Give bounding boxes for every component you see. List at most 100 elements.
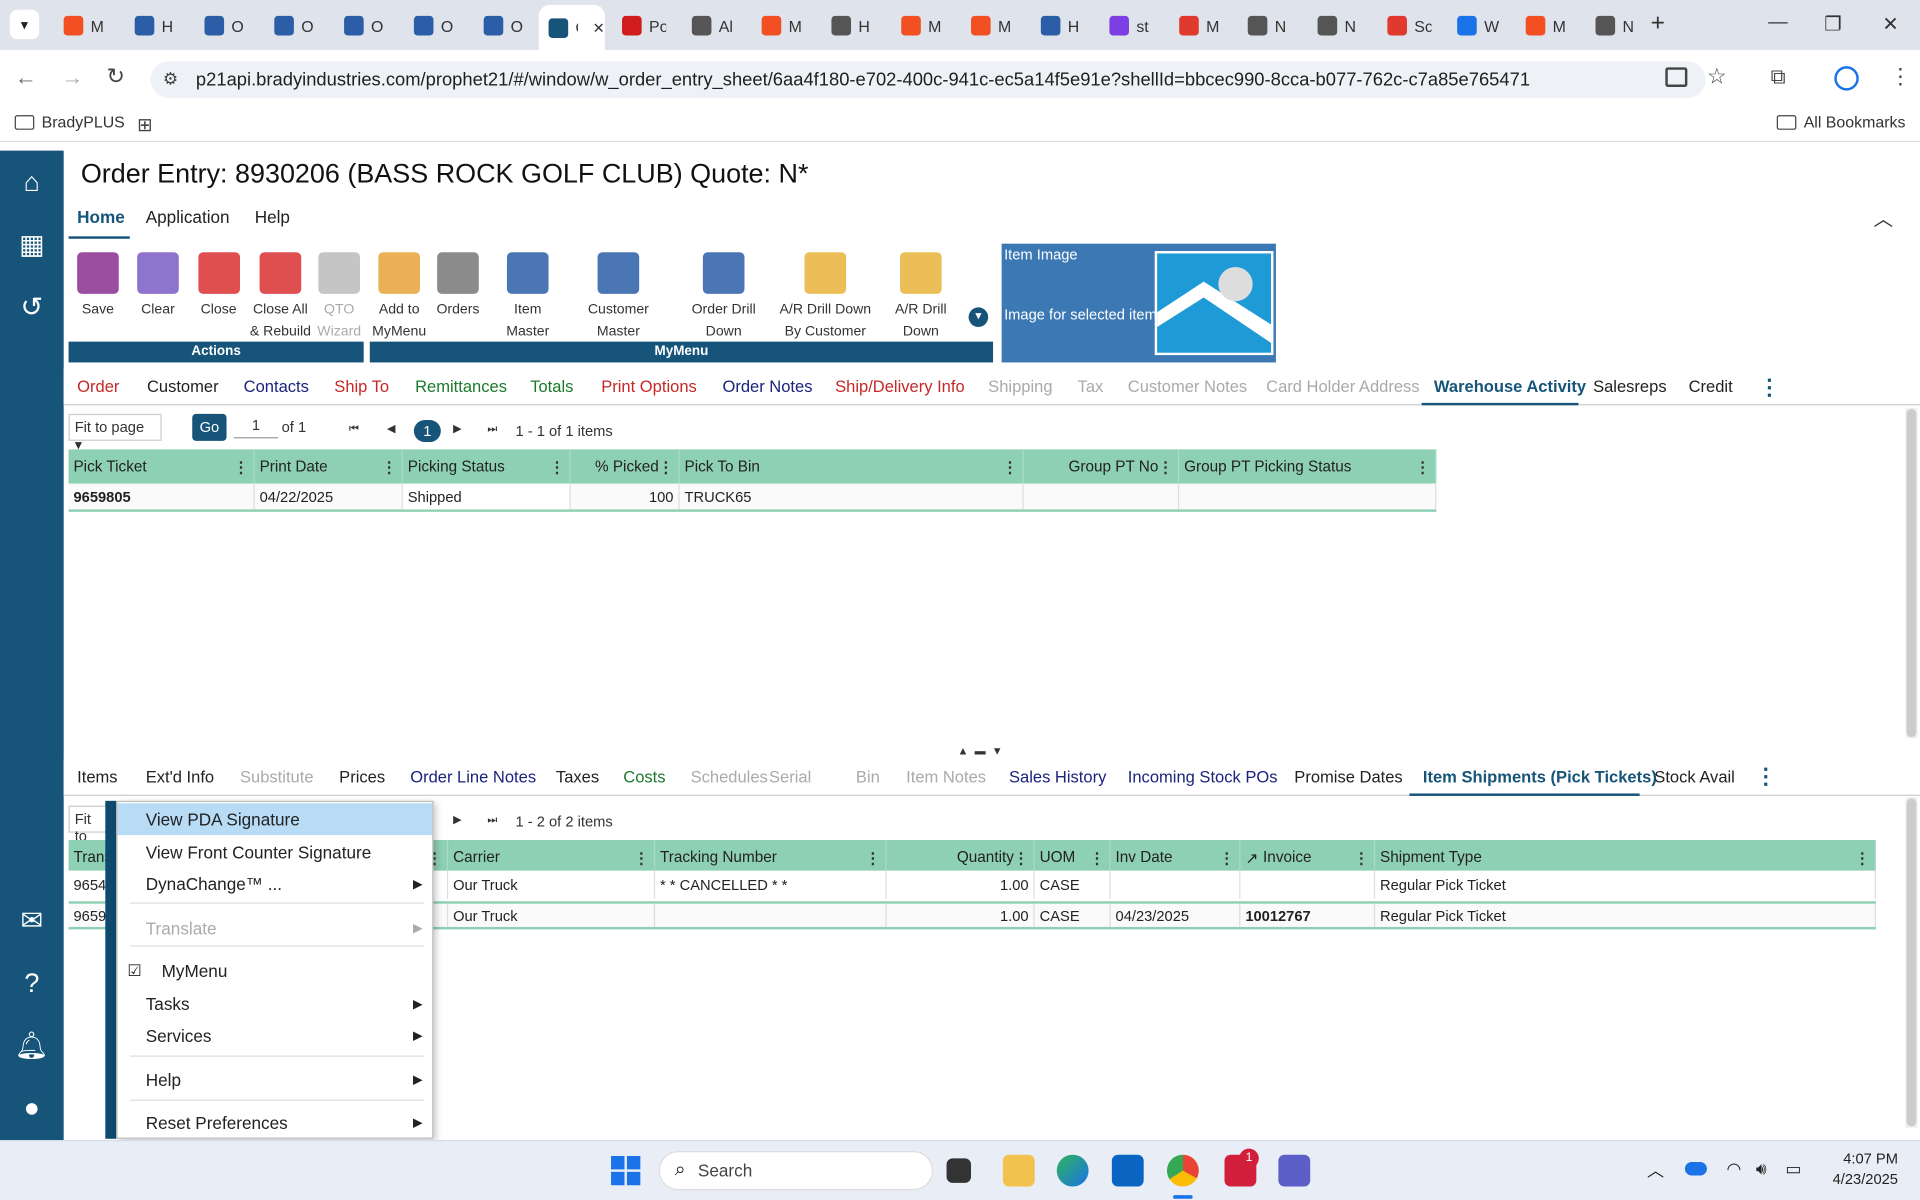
chrome-icon[interactable] xyxy=(1166,1154,1199,1187)
column-menu-icon[interactable]: ⋮ xyxy=(1855,848,1870,866)
collapse-ribbon-icon[interactable]: ︿ xyxy=(1873,202,1893,231)
volume-icon[interactable]: 🔊︎ xyxy=(1756,1158,1767,1179)
chrome-menu-icon[interactable]: ⋮ xyxy=(1889,64,1911,90)
browser-tab[interactable]: O xyxy=(474,9,540,43)
tab-upper[interactable]: Customer xyxy=(147,377,219,395)
close-window-button[interactable]: ✕ xyxy=(1878,12,1902,36)
tab-lower[interactable]: Prices xyxy=(339,768,385,786)
all-bookmarks[interactable]: All Bookmarks xyxy=(1776,113,1905,131)
tab-upper[interactable]: Card Holder Address xyxy=(1266,377,1419,395)
page-input[interactable]: 1 xyxy=(233,416,278,439)
tab-upper[interactable]: Salesreps xyxy=(1593,377,1667,395)
browser-tab[interactable]: M xyxy=(961,9,1027,43)
table-cell[interactable] xyxy=(655,903,887,927)
tab-lower[interactable]: Item Shipments (Pick Tickets) xyxy=(1423,768,1657,786)
star-icon[interactable]: ☆ xyxy=(1707,64,1727,90)
table-cell[interactable]: Our Truck xyxy=(448,870,656,899)
last-page-icon-lower[interactable]: ⏭ xyxy=(487,813,497,826)
column-menu-icon[interactable]: ⋮ xyxy=(381,457,396,476)
apps-grid-icon[interactable]: ⊞ xyxy=(137,114,152,136)
site-info-icon[interactable]: ⚙ xyxy=(163,69,178,90)
task-view-icon[interactable] xyxy=(946,1158,972,1183)
tab-lower[interactable]: Order Line Notes xyxy=(410,768,536,786)
ribbon-button[interactable]: Item MasterInquiry xyxy=(491,242,564,361)
tab-lower[interactable]: Promise Dates xyxy=(1294,768,1402,786)
context-menu-item[interactable]: Services ▶ xyxy=(118,1020,433,1052)
table-cell[interactable]: 04/23/2025 xyxy=(1111,903,1241,927)
browser-tab[interactable]: Al xyxy=(682,9,748,43)
tab-lower[interactable]: Costs xyxy=(623,768,665,786)
current-page-badge[interactable]: 1 xyxy=(413,420,441,443)
prev-page-icon[interactable]: ◀ xyxy=(387,422,395,435)
browser-tab[interactable]: Po xyxy=(612,9,678,43)
tab-lower[interactable]: Bin xyxy=(856,768,880,786)
ribbon-button[interactable]: Save xyxy=(71,242,125,342)
file-explorer-icon[interactable] xyxy=(1002,1154,1035,1187)
table-cell[interactable]: 1.00 xyxy=(887,903,1035,927)
tab-upper[interactable]: Customer Notes xyxy=(1128,377,1247,395)
tab-lower[interactable]: Incoming Stock POs xyxy=(1128,768,1278,786)
tab-upper[interactable]: Ship/Delivery Info xyxy=(835,377,965,395)
table-cell[interactable] xyxy=(1240,870,1376,899)
tab-upper[interactable]: Totals xyxy=(530,377,573,395)
column-header[interactable]: Carrier ⋮ xyxy=(448,840,656,875)
edge-icon[interactable] xyxy=(1056,1154,1089,1187)
extensions-icon[interactable]: ⧉ xyxy=(1771,65,1786,89)
browser-tab[interactable]: H xyxy=(1031,9,1097,43)
chat-icon[interactable]: ✉ xyxy=(15,904,49,938)
column-menu-icon[interactable]: ⋮ xyxy=(1013,848,1028,866)
table-cell[interactable] xyxy=(1111,870,1241,899)
fit-to-page-select[interactable]: Fit to page ▾ xyxy=(68,413,162,453)
ribbon-button[interactable]: Order Drill DownBy Customer xyxy=(673,242,773,361)
tab-upper[interactable]: Remittances xyxy=(415,377,507,395)
apps-icon[interactable]: ▦ xyxy=(15,228,49,262)
onedrive-icon[interactable] xyxy=(1684,1162,1707,1176)
ribbon-button[interactable]: Close xyxy=(192,242,245,342)
column-header[interactable]: Print Date ⋮ xyxy=(255,449,403,484)
ribbon-button[interactable]: Customer MasterInquiry xyxy=(567,242,670,361)
ribbon-button[interactable]: QTO Wizard xyxy=(313,242,364,342)
column-menu-icon[interactable]: ⋮ xyxy=(1002,457,1017,476)
context-menu-item[interactable]: Translate ▶ xyxy=(118,912,433,944)
column-header[interactable]: ↗ Invoice ⋮ xyxy=(1240,840,1376,875)
table-cell[interactable] xyxy=(1179,483,1437,510)
browser-tab[interactable]: M xyxy=(1516,9,1582,43)
table-cell[interactable]: Regular Pick Ticket xyxy=(1375,870,1876,899)
context-menu-item[interactable]: View PDA Signature xyxy=(117,803,433,836)
minimize-button[interactable]: — xyxy=(1766,12,1790,34)
browser-tab[interactable]: O xyxy=(264,9,330,43)
column-menu-icon[interactable]: ⋮ xyxy=(233,457,248,476)
tab-upper[interactable]: Tax xyxy=(1078,377,1104,395)
table-cell[interactable]: 100 xyxy=(571,483,680,510)
tab-lower[interactable]: Schedules xyxy=(691,768,768,786)
user-icon[interactable]: ● xyxy=(15,1091,49,1125)
ribbon-button[interactable]: Add to MyMenu xyxy=(370,242,429,342)
column-header[interactable]: UOM ⋮ xyxy=(1035,840,1111,875)
context-menu-item[interactable]: Tasks ▶ xyxy=(118,988,433,1020)
column-menu-icon[interactable]: ⋮ xyxy=(1089,848,1104,866)
show-hidden-icons[interactable]: ︿ xyxy=(1647,1158,1664,1182)
upper-tabs-more-icon[interactable]: ⋮ xyxy=(1758,375,1780,401)
browser-tab[interactable]: M xyxy=(54,9,120,43)
browser-tab[interactable]: M xyxy=(752,9,818,43)
column-header[interactable]: Group PT No ⋮ xyxy=(1024,449,1180,484)
table-cell[interactable] xyxy=(1024,483,1180,510)
column-header[interactable]: Pick To Bin ⋮ xyxy=(680,449,1024,484)
wifi-icon[interactable]: ◠ xyxy=(1727,1158,1742,1179)
column-header[interactable]: Pick Ticket ⋮ xyxy=(69,449,255,484)
tab-upper[interactable]: Print Options xyxy=(601,377,697,395)
column-header[interactable]: Inv Date ⋮ xyxy=(1111,840,1241,875)
tab-upper[interactable]: Warehouse Activity xyxy=(1434,377,1586,395)
context-menu-item[interactable]: DynaChange™ ... ▶ xyxy=(118,868,433,900)
table-cell[interactable]: Shipped xyxy=(402,483,571,510)
ribbon-button[interactable]: Clear xyxy=(130,242,186,342)
column-menu-icon[interactable]: ⋮ xyxy=(549,457,564,476)
tab-lower[interactable]: Stock Avail xyxy=(1654,768,1735,786)
reload-icon[interactable]: ↻ xyxy=(107,64,125,90)
column-header[interactable]: Tracking Number ⋮ xyxy=(655,840,887,875)
column-header[interactable]: Group PT Picking Status ⋮ xyxy=(1179,449,1437,484)
tab-lower[interactable]: Item Notes xyxy=(906,768,986,786)
column-header[interactable]: % Picked ⋮ xyxy=(571,449,680,484)
browser-tab[interactable]: Sc xyxy=(1378,9,1444,43)
start-icon[interactable] xyxy=(611,1155,641,1186)
